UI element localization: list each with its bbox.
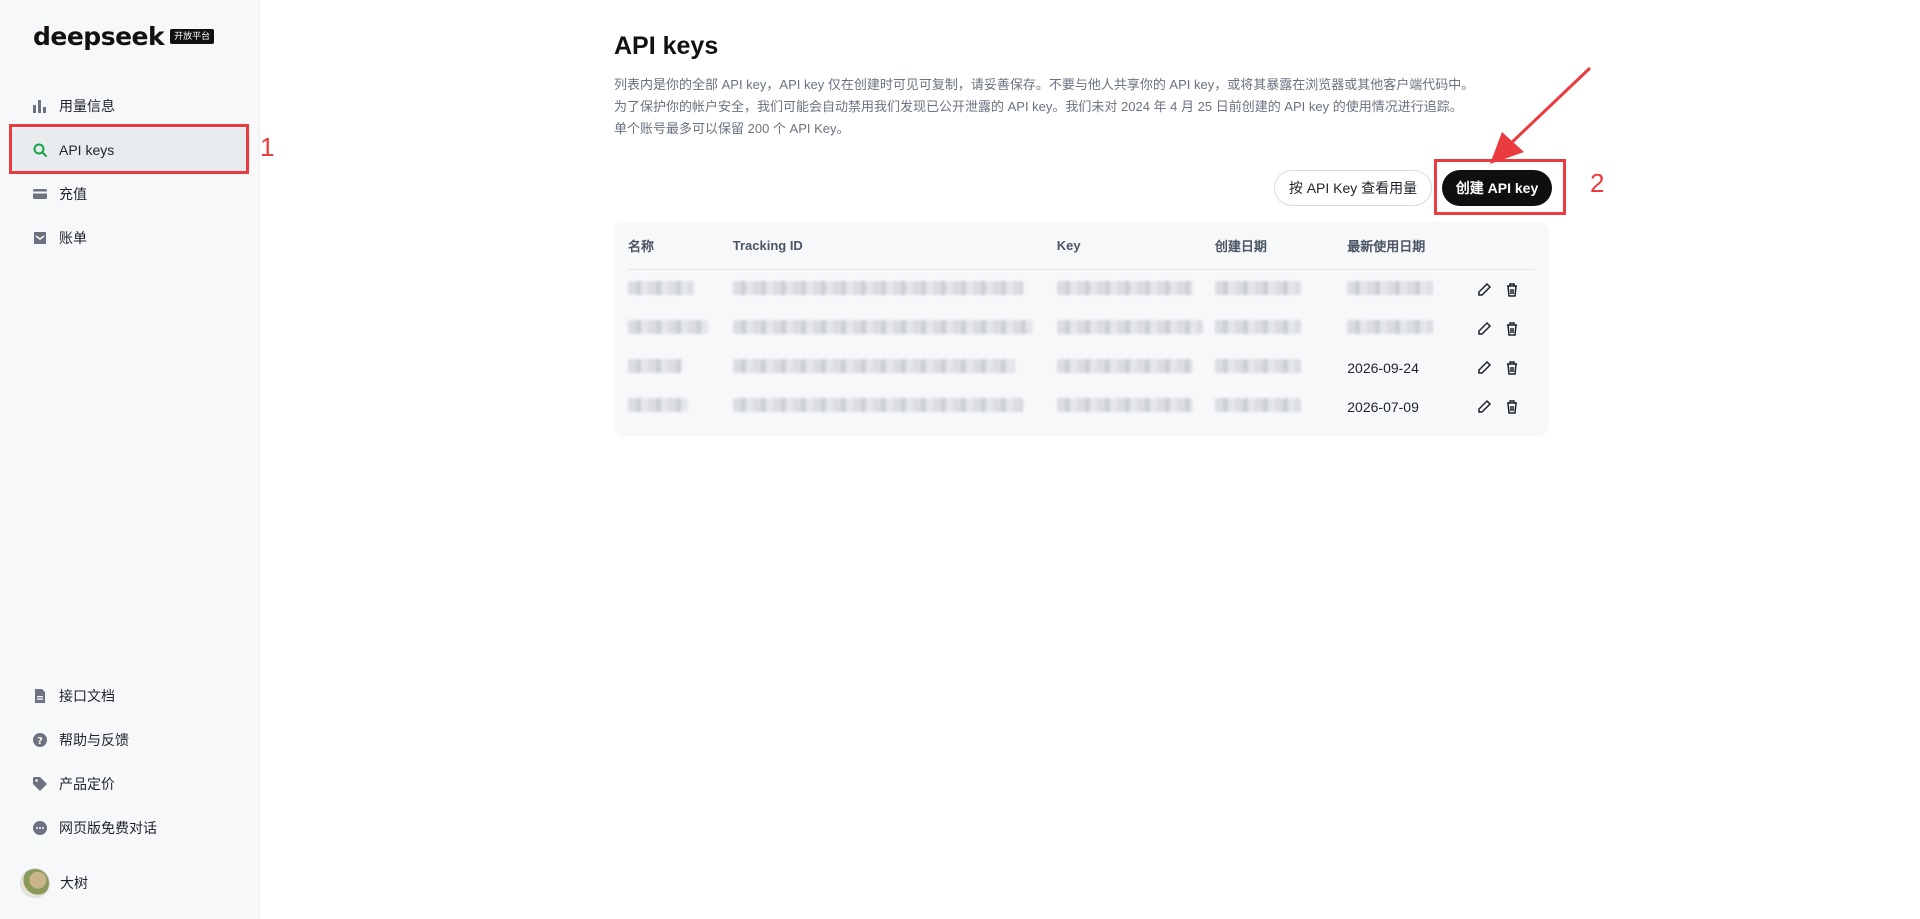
sidebar-item-label: 帮助与反馈 [59,732,129,748]
redacted-tracking-id [732,359,1015,373]
column-header-key: Key [1056,238,1081,253]
wallet-card-icon [30,184,50,204]
help-circle-icon: ? [30,730,50,750]
last-used-date: 2026-09-24 [1347,359,1419,376]
svg-text:?: ? [37,736,43,747]
sidebar-item-label: 网页版免费对话 [59,820,157,836]
price-tag-icon [30,774,50,794]
redacted-name [628,320,708,334]
column-header-last-used: 最新使用日期 [1347,239,1426,254]
annotation-number-1: 1 [260,132,275,162]
sidebar-item-label: 接口文档 [59,688,115,704]
redacted-key [1056,359,1193,373]
column-header-name: 名称 [628,239,655,254]
sidebar-item-docs[interactable]: 接口文档 [10,674,250,718]
sidebar-item-billing[interactable]: 账单 [10,216,250,260]
description-line: 单个账号最多可以保留 200 个 API Key。 [614,121,850,136]
redacted-last-used [1347,281,1434,295]
sidebar-item-label: 充值 [59,186,87,202]
document-icon [30,686,50,706]
redacted-key [1056,398,1193,412]
logo-text: deepseek [33,22,165,51]
sidebar-item-label: 账单 [59,230,87,246]
redacted-name [628,359,682,373]
column-header-created: 创建日期 [1214,239,1267,254]
user-name: 大树 [60,875,88,891]
table-header: 名称 Tracking ID Key 创建日期 最新使用日期 [628,222,1535,270]
sidebar-item-usage[interactable]: 用量信息 [10,84,250,128]
pencil-icon[interactable] [1476,282,1492,298]
pencil-icon[interactable] [1476,321,1492,337]
table-row: 2026-09-24 [628,348,1535,387]
sidebar-item-pricing[interactable]: 产品定价 [10,762,250,806]
column-header-tracking-id: Tracking ID [732,238,803,253]
receipt-icon [30,228,50,248]
trash-icon[interactable] [1504,282,1520,298]
last-used-date: 2026-07-09 [1347,398,1419,415]
sidebar-item-label: 产品定价 [59,776,115,792]
trash-icon[interactable] [1504,399,1520,415]
trash-icon[interactable] [1504,321,1520,337]
redacted-key [1056,281,1193,295]
pencil-icon[interactable] [1476,360,1492,376]
table-row [628,270,1535,309]
redacted-name [628,398,688,412]
chat-bubble-icon [30,818,50,838]
sidebar-item-web-chat[interactable]: 网页版免费对话 [10,806,250,850]
pencil-icon[interactable] [1476,399,1492,415]
logo-badge: 开放平台 [170,29,215,44]
redacted-tracking-id [732,398,1023,412]
annotation-box-1 [9,124,249,174]
redacted-created-date [1214,398,1301,412]
redacted-created-date [1214,320,1301,334]
description-line: 为了保护你的帐户安全，我们可能会自动禁用我们发现已公开泄露的 API key。我… [614,99,1463,114]
logo[interactable]: deepseek 开放平台 [33,22,215,51]
view-usage-by-key-button[interactable]: 按 API Key 查看用量 [1274,170,1432,206]
annotation-number-2: 2 [1590,168,1605,198]
api-keys-table: 名称 Tracking ID Key 创建日期 最新使用日期 2026-09-2… [614,222,1549,436]
redacted-last-used [1347,320,1434,334]
trash-icon[interactable] [1504,360,1520,376]
sidebar-item-help[interactable]: ? 帮助与反馈 [10,718,250,762]
page-description: 列表内是你的全部 API key，API key 仅在创建时可见可复制，请妥善保… [614,74,1554,140]
table-row [628,309,1535,348]
user-profile[interactable]: 大树 [20,868,88,898]
redacted-created-date [1214,359,1301,373]
redacted-name [628,281,694,295]
redacted-created-date [1214,281,1301,295]
redacted-tracking-id [732,281,1023,295]
sidebar-item-recharge[interactable]: 充值 [10,172,250,216]
sidebar-nav-bottom: 接口文档 ? 帮助与反馈 产品定价 网页版免费对话 [0,674,260,850]
redacted-tracking-id [732,320,1033,334]
description-line: 列表内是你的全部 API key，API key 仅在创建时可见可复制，请妥善保… [614,77,1475,92]
bar-chart-icon [30,96,50,116]
sidebar-item-label: 用量信息 [59,98,115,114]
avatar [20,868,50,898]
redacted-key [1056,320,1203,334]
page-title: API keys [614,32,719,60]
table-row: 2026-07-09 [628,387,1535,426]
annotation-arrow [1490,66,1592,164]
